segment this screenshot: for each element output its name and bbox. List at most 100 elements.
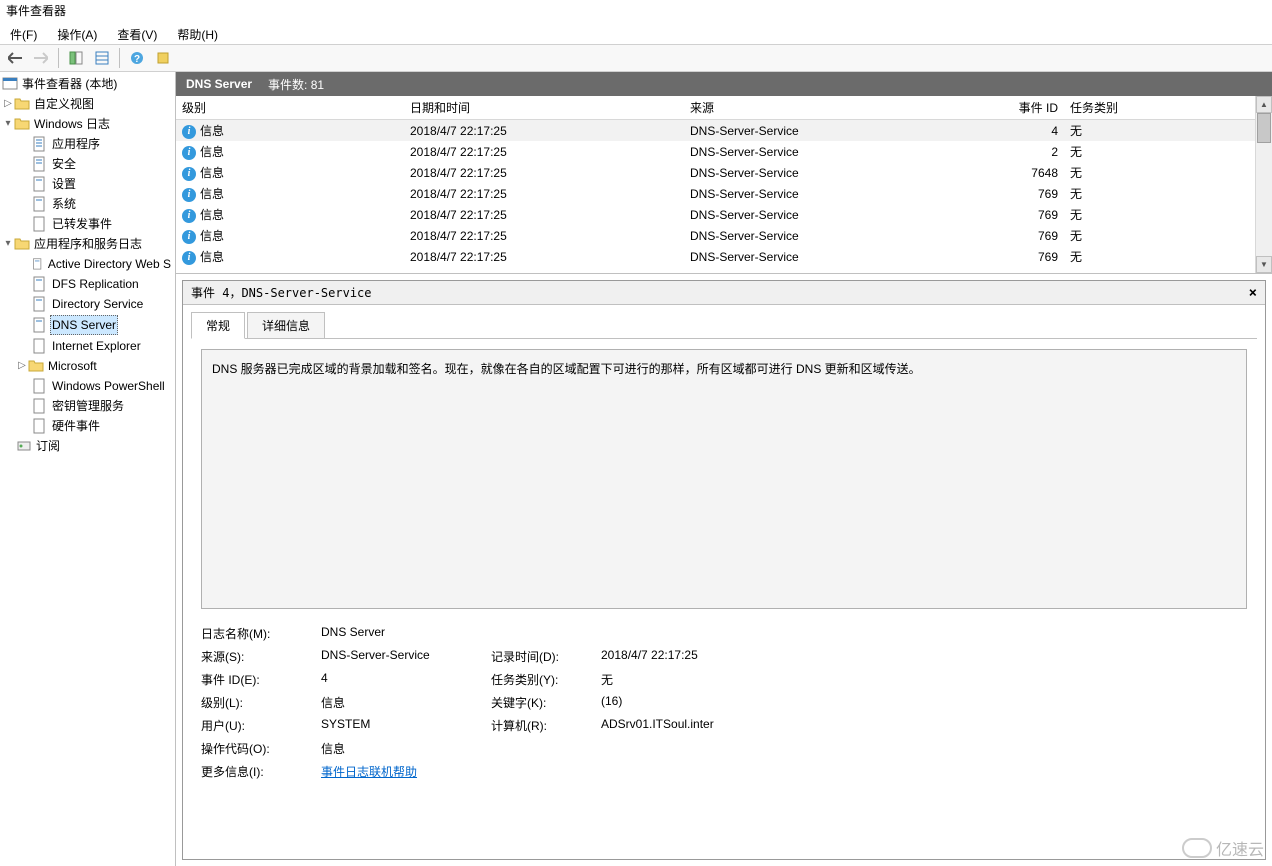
close-button[interactable]: ×	[1249, 285, 1257, 301]
table-row[interactable]: i信息2018/4/7 22:17:25DNS-Server-Service76…	[176, 225, 1255, 246]
table-row[interactable]: i信息2018/4/7 22:17:25DNS-Server-Service2无	[176, 141, 1255, 162]
detail-title-text: 事件 4，DNS-Server-Service	[191, 284, 372, 301]
link-online-help[interactable]: 事件日志联机帮助	[321, 765, 417, 779]
scroll-thumb[interactable]	[1257, 113, 1271, 143]
navigation-tree[interactable]: 事件查看器 (本地) ▷自定义视图 ▾Windows 日志 应用程序 安全 设置…	[0, 72, 176, 866]
menu-view[interactable]: 查看(V)	[107, 24, 167, 42]
tree-log-hardware[interactable]: 硬件事件	[0, 416, 175, 436]
info-icon: i	[182, 230, 196, 244]
folder-icon	[14, 96, 30, 112]
content-header: DNS Server 事件数: 81	[176, 72, 1272, 96]
content-title: DNS Server	[186, 77, 252, 91]
info-icon: i	[182, 251, 196, 265]
tree-log-system[interactable]: 系统	[0, 194, 175, 214]
info-icon: i	[182, 209, 196, 223]
tree-windows-logs[interactable]: ▾Windows 日志	[0, 114, 175, 134]
tree-log-dirsvc[interactable]: Directory Service	[0, 294, 175, 314]
col-source[interactable]: 来源	[684, 96, 1004, 120]
tree-log-dfs[interactable]: DFS Replication	[0, 274, 175, 294]
help-button[interactable]: ?	[126, 47, 148, 69]
value-user: SYSTEM	[321, 717, 481, 734]
value-opcode: 信息	[321, 740, 1247, 757]
log-icon	[32, 378, 48, 394]
col-task[interactable]: 任务类别	[1064, 96, 1255, 120]
event-grid[interactable]: 级别 日期和时间 来源 事件 ID 任务类别 i信息2018/4/7 22:17…	[176, 96, 1255, 273]
tree-log-forwarded[interactable]: 已转发事件	[0, 214, 175, 234]
table-row[interactable]: i信息2018/4/7 22:17:25DNS-Server-Service76…	[176, 204, 1255, 225]
eventviewer-icon	[2, 76, 18, 92]
tree-log-ie[interactable]: Internet Explorer	[0, 336, 175, 356]
tree-log-setup[interactable]: 设置	[0, 174, 175, 194]
log-icon	[32, 156, 48, 172]
tree-log-application[interactable]: 应用程序	[0, 134, 175, 154]
table-row[interactable]: i信息2018/4/7 22:17:25DNS-Server-Service76…	[176, 183, 1255, 204]
back-button[interactable]	[4, 47, 26, 69]
tree-log-security[interactable]: 安全	[0, 154, 175, 174]
toolbar-separator	[119, 48, 120, 68]
scroll-up-button[interactable]: ▲	[1256, 96, 1272, 113]
label-user: 用户(U):	[201, 717, 311, 734]
properties-button[interactable]	[91, 47, 113, 69]
value-keywords: (16)	[601, 694, 1247, 711]
value-logname: DNS Server	[321, 625, 1247, 642]
cloud-icon	[1182, 838, 1212, 858]
label-moreinfo: 更多信息(I):	[201, 763, 311, 780]
menu-file[interactable]: 件(F)	[0, 24, 47, 42]
table-row[interactable]: i信息2018/4/7 22:17:25DNS-Server-Service76…	[176, 246, 1255, 267]
log-icon	[32, 338, 48, 354]
tree-log-keymgmt[interactable]: 密钥管理服务	[0, 396, 175, 416]
tree-log-adws[interactable]: Active Directory Web S	[0, 254, 175, 274]
toolbar-separator	[58, 48, 59, 68]
window-title: 事件查看器	[0, 0, 1272, 22]
label-opcode: 操作代码(O):	[201, 740, 311, 757]
log-icon	[32, 256, 44, 272]
svg-text:?: ?	[134, 54, 140, 65]
label-eventid: 事件 ID(E):	[201, 671, 311, 688]
detail-tabs: 常规 详细信息	[183, 305, 1265, 338]
label-computer: 计算机(R):	[491, 717, 591, 734]
tree-log-powershell[interactable]: Windows PowerShell	[0, 376, 175, 396]
tree-log-dns[interactable]: DNS Server	[0, 314, 175, 336]
log-icon	[32, 216, 48, 232]
tree-root[interactable]: 事件查看器 (本地)	[0, 74, 175, 94]
expand-icon[interactable]: ▷	[16, 357, 28, 375]
tree-custom-views[interactable]: ▷自定义视图	[0, 94, 175, 114]
table-row[interactable]: i信息2018/4/7 22:17:25DNS-Server-Service4无	[176, 120, 1255, 142]
label-task: 任务类别(Y):	[491, 671, 591, 688]
col-date[interactable]: 日期和时间	[404, 96, 684, 120]
log-icon	[32, 418, 48, 434]
col-level[interactable]: 级别	[176, 96, 404, 120]
table-row[interactable]: i信息2018/4/7 22:17:25DNS-Server-Service76…	[176, 162, 1255, 183]
event-metadata: 日志名称(M): DNS Server 来源(S): DNS-Server-Se…	[201, 625, 1247, 780]
info-icon: i	[182, 125, 196, 139]
grid-scrollbar[interactable]: ▲ ▼	[1255, 96, 1272, 273]
tree-app-service-logs[interactable]: ▾应用程序和服务日志	[0, 234, 175, 254]
tree-folder-microsoft[interactable]: ▷Microsoft	[0, 356, 175, 376]
expand-icon[interactable]: ▷	[2, 95, 14, 113]
label-keywords: 关键字(K):	[491, 694, 591, 711]
event-description: DNS 服务器已完成区域的背景加载和签名。现在，就像在各自的区域配置下可进行的那…	[201, 349, 1247, 609]
folder-icon	[28, 358, 44, 374]
tree-subscriptions[interactable]: 订阅	[0, 436, 175, 456]
collapse-icon[interactable]: ▾	[2, 235, 14, 253]
log-icon	[32, 136, 48, 152]
menu-help[interactable]: 帮助(H)	[167, 24, 228, 42]
menu-action[interactable]: 操作(A)	[47, 24, 107, 42]
col-id[interactable]: 事件 ID	[1004, 96, 1064, 120]
show-tree-button[interactable]	[65, 47, 87, 69]
grid-header-row[interactable]: 级别 日期和时间 来源 事件 ID 任务类别	[176, 96, 1255, 120]
collapse-icon[interactable]: ▾	[2, 115, 14, 133]
event-detail-pane: 事件 4，DNS-Server-Service × 常规 详细信息 DNS 服务…	[182, 280, 1266, 860]
subscription-icon	[16, 438, 32, 454]
scroll-down-button[interactable]: ▼	[1256, 256, 1272, 273]
refresh-button[interactable]	[152, 47, 174, 69]
log-icon	[32, 196, 48, 212]
info-icon: i	[182, 146, 196, 160]
tab-details[interactable]: 详细信息	[247, 312, 325, 339]
log-icon	[32, 276, 48, 292]
label-logged: 记录时间(D):	[491, 648, 591, 665]
tab-general[interactable]: 常规	[191, 312, 245, 339]
value-task: 无	[601, 671, 1247, 688]
log-icon	[32, 317, 48, 333]
forward-button[interactable]	[30, 47, 52, 69]
